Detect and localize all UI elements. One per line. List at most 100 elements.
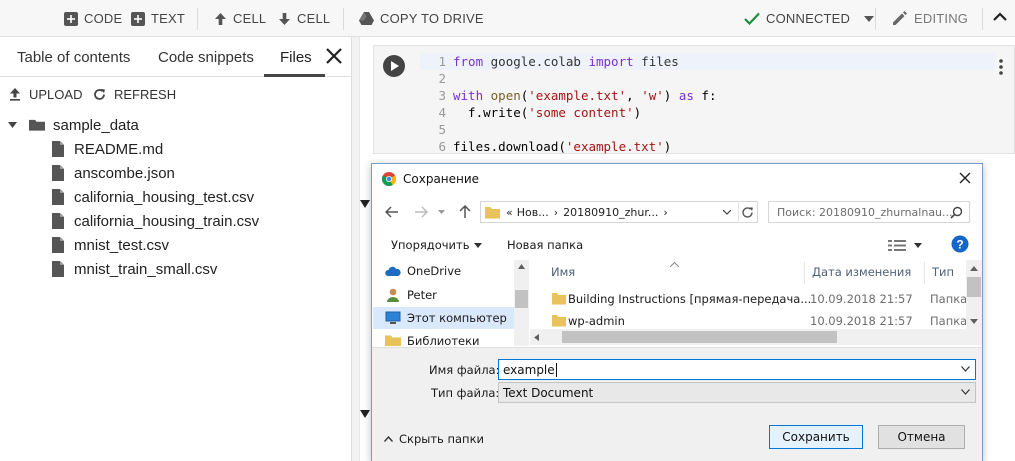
files-sidebar: Table of contents Code snippets Files UP… [0,37,352,461]
file-type: Папка [930,292,968,306]
file-row[interactable]: mnist_test.csv [50,233,169,257]
section-caret-icon[interactable] [360,200,370,208]
code-editor[interactable]: 1 from google.colab import files 2 3 with … [420,53,995,155]
hide-folders-label: Скрыть папки [399,432,484,446]
code-token: from [453,54,484,69]
refresh-button[interactable]: REFRESH [93,87,176,102]
code-token: files [641,54,679,69]
line-number: 1 [438,54,446,69]
add-text-button[interactable]: TEXT [131,0,185,37]
upload-icon [10,88,20,101]
save-dialog: Сохранение « Нов... › 20180910_zhur... ›… [371,163,983,461]
toolbar-divider [982,8,983,30]
organize-button[interactable]: Упорядочить [391,238,482,252]
column-header-type[interactable]: Тип [932,260,954,284]
folder-row-sample-data[interactable]: sample_data [8,113,139,137]
address-bar[interactable]: « Нов... › 20180910_zhur... › [480,201,758,223]
scroll-up-icon[interactable] [518,264,525,269]
up-arrow-icon[interactable] [459,205,471,219]
new-folder-button[interactable]: Новая папка [507,238,583,252]
file-name: README.md [74,140,164,158]
run-cell-button[interactable] [383,55,405,77]
table-row[interactable]: Building Instructions [прямая-передача..… [530,288,968,310]
chevron-up-icon[interactable] [993,12,1007,21]
file-list-vscroll-thumb[interactable] [967,277,981,297]
text-cursor [555,362,557,377]
address-dropdown-icon[interactable] [723,210,731,215]
move-cell-down-button[interactable]: CELL [278,0,330,37]
hide-folders-button[interactable]: Скрыть папки [384,432,484,446]
code-token: f.write( [453,105,529,120]
code-token: import [588,54,634,69]
arrow-up-icon [215,12,226,25]
filetype-value: Text Document [503,385,594,400]
nav-item-this-pc[interactable]: Этот компьютер [373,307,514,329]
editing-mode-button[interactable]: EDITING [891,0,968,37]
history-dropdown-icon[interactable] [438,210,445,214]
chevron-down-icon [864,15,875,22]
copy-to-drive-button[interactable]: COPY TO DRIVE [359,0,484,37]
move-cell-up-button[interactable]: CELL [214,0,266,37]
check-icon [744,12,760,25]
column-divider[interactable] [924,262,925,284]
tab-table-of-contents[interactable]: Table of contents [17,37,130,77]
save-button[interactable]: Сохранить [769,425,863,449]
column-header-label: Тип [932,265,955,279]
upload-label: UPLOAD [29,87,83,102]
help-icon[interactable]: ? [951,235,969,253]
connection-status-button[interactable]: CONNECTED [744,0,875,37]
file-row[interactable]: california_housing_train.csv [50,209,259,233]
file-date: 10.09.2018 21:57 [810,314,913,328]
dialog-titlebar[interactable]: Сохранение [372,164,982,194]
filetype-label: Тип файла: [431,386,500,400]
organize-label: Упорядочить [391,238,470,252]
scroll-up-icon[interactable] [970,266,978,271]
forward-arrow-icon[interactable] [414,206,428,218]
nav-item-libraries[interactable]: Библиотеки [373,330,514,346]
file-name: Building Instructions [прямая-передача..… [568,292,812,306]
filetype-select[interactable]: Text Document [498,382,976,403]
file-row[interactable]: anscombe.json [50,161,175,185]
scroll-left-icon[interactable] [534,334,539,341]
connection-status-label: CONNECTED [766,11,851,26]
file-list-hscroll-thumb[interactable] [562,331,837,343]
chevron-down-icon[interactable] [961,366,970,372]
column-header-date[interactable]: Дата изменения [812,260,911,284]
section-caret-icon[interactable] [360,410,370,418]
file-row[interactable]: README.md [50,137,163,161]
view-options-icon[interactable] [888,240,906,251]
breadcrumb-item[interactable]: Нов... [517,206,549,219]
code-token: google.colab [490,54,581,69]
column-header-name[interactable]: Имя [551,260,575,284]
cancel-button[interactable]: Отмена [878,425,965,449]
more-vert-icon[interactable] [998,58,1004,76]
filename-field[interactable]: example [498,359,976,380]
upload-button[interactable]: UPLOAD [9,87,82,102]
tab-files[interactable]: Files [280,37,312,77]
close-icon[interactable] [957,170,973,186]
back-arrow-icon[interactable] [385,206,399,218]
breadcrumb-item[interactable]: 20180910_zhur... [563,206,658,219]
tab-code-snippets[interactable]: Code snippets [158,37,254,77]
file-row[interactable]: mnist_train_small.csv [50,257,217,281]
column-header-label: Дата изменения [812,265,912,279]
add-code-button[interactable]: CODE [64,0,122,37]
save-button-label: Сохранить [782,430,850,444]
column-divider[interactable] [804,262,805,284]
code-line: 1 from google.colab import files [420,53,995,70]
search-input[interactable]: Поиск: 20180910_zhurnalnau... [768,201,970,223]
toolbar-divider [343,8,344,30]
scroll-down-icon[interactable] [970,319,978,324]
close-icon[interactable] [323,45,345,67]
file-actions: UPLOAD REFRESH [0,81,352,111]
chevron-down-icon[interactable] [914,243,922,248]
svg-text:?: ? [956,238,963,252]
panel-resize-gutter[interactable] [352,37,360,461]
nav-pane-scroll-thumb[interactable] [515,290,528,308]
add-text-label: TEXT [151,11,186,26]
nav-item-onedrive[interactable]: OneDrive [373,260,514,282]
code-line: 5 [420,121,995,138]
refresh-icon[interactable] [741,206,754,219]
nav-item-peter[interactable]: Peter [373,284,514,306]
file-row[interactable]: california_housing_test.csv [50,185,254,209]
